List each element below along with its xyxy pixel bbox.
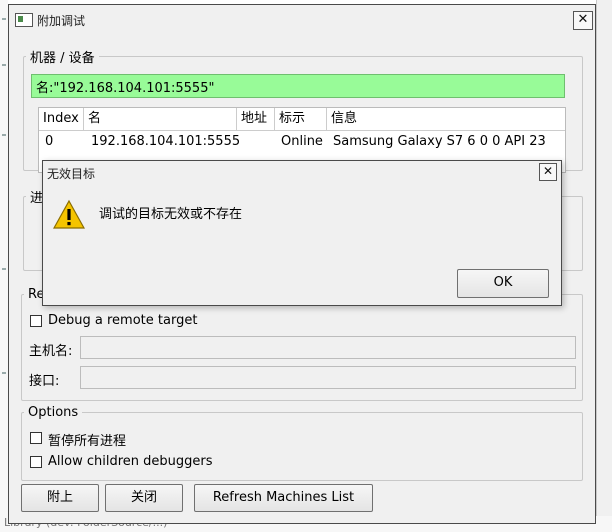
column-header-info[interactable]: 信息 <box>327 108 565 130</box>
row-status: Online <box>281 134 323 149</box>
allow-children-checkbox[interactable] <box>30 456 42 468</box>
close-icon[interactable]: ✕ <box>573 11 593 30</box>
ok-button[interactable]: OK <box>457 269 549 298</box>
error-dialog-title: 无效目标 <box>47 167 96 181</box>
row-info: Samsung Galaxy S7 6 0 0 API 23 <box>333 134 546 149</box>
row-index: 0 <box>45 134 54 149</box>
background-window-right <box>596 0 612 532</box>
host-label: 主机名: <box>29 344 73 359</box>
close-button[interactable]: 关闭 <box>105 484 183 512</box>
row-address <box>239 132 243 152</box>
title-bar: 附加调试 ✕ <box>9 5 595 33</box>
error-title-bar: 无效目标 ✕ <box>43 161 561 183</box>
column-header-status[interactable]: 标示 <box>275 108 327 130</box>
window-icon <box>15 13 33 27</box>
error-message: 调试的目标无效或不存在 <box>99 207 243 222</box>
warning-icon <box>53 199 85 229</box>
pause-all-checkbox[interactable] <box>30 432 42 444</box>
column-header-name[interactable]: 名 <box>84 108 237 130</box>
port-label: 接口: <box>29 374 60 389</box>
error-body: 调试的目标无效或不存在 OK <box>43 183 561 305</box>
host-input[interactable] <box>80 336 576 359</box>
port-input[interactable] <box>80 366 576 389</box>
column-header-index[interactable]: Index <box>39 108 84 130</box>
machines-group-label: 机器 / 设备 <box>30 51 95 66</box>
refresh-machines-button[interactable]: Refresh Machines List <box>194 484 373 512</box>
background-window-left <box>0 0 8 532</box>
debug-remote-label: Debug a remote target <box>48 313 198 328</box>
close-icon[interactable]: ✕ <box>539 163 557 181</box>
debug-remote-checkbox[interactable] <box>30 315 42 327</box>
invalid-target-dialog: 无效目标 ✕ 调试的目标无效或不存在 OK <box>42 160 562 306</box>
options-group-label: Options <box>28 405 79 420</box>
column-header-address[interactable]: 地址 <box>237 108 275 130</box>
attach-button[interactable]: 附上 <box>21 484 99 512</box>
row-name: 192.168.104.101:5555 <box>91 134 241 149</box>
window-title: 附加调试 <box>37 14 86 28</box>
pause-all-label: 暂停所有进程 <box>48 434 127 449</box>
table-header: Index 名 地址 标示 信息 <box>39 108 565 131</box>
allow-children-label: Allow children debuggers <box>48 454 213 469</box>
machine-filter-input[interactable]: 名:"192.168.104.101:5555" <box>31 74 565 98</box>
